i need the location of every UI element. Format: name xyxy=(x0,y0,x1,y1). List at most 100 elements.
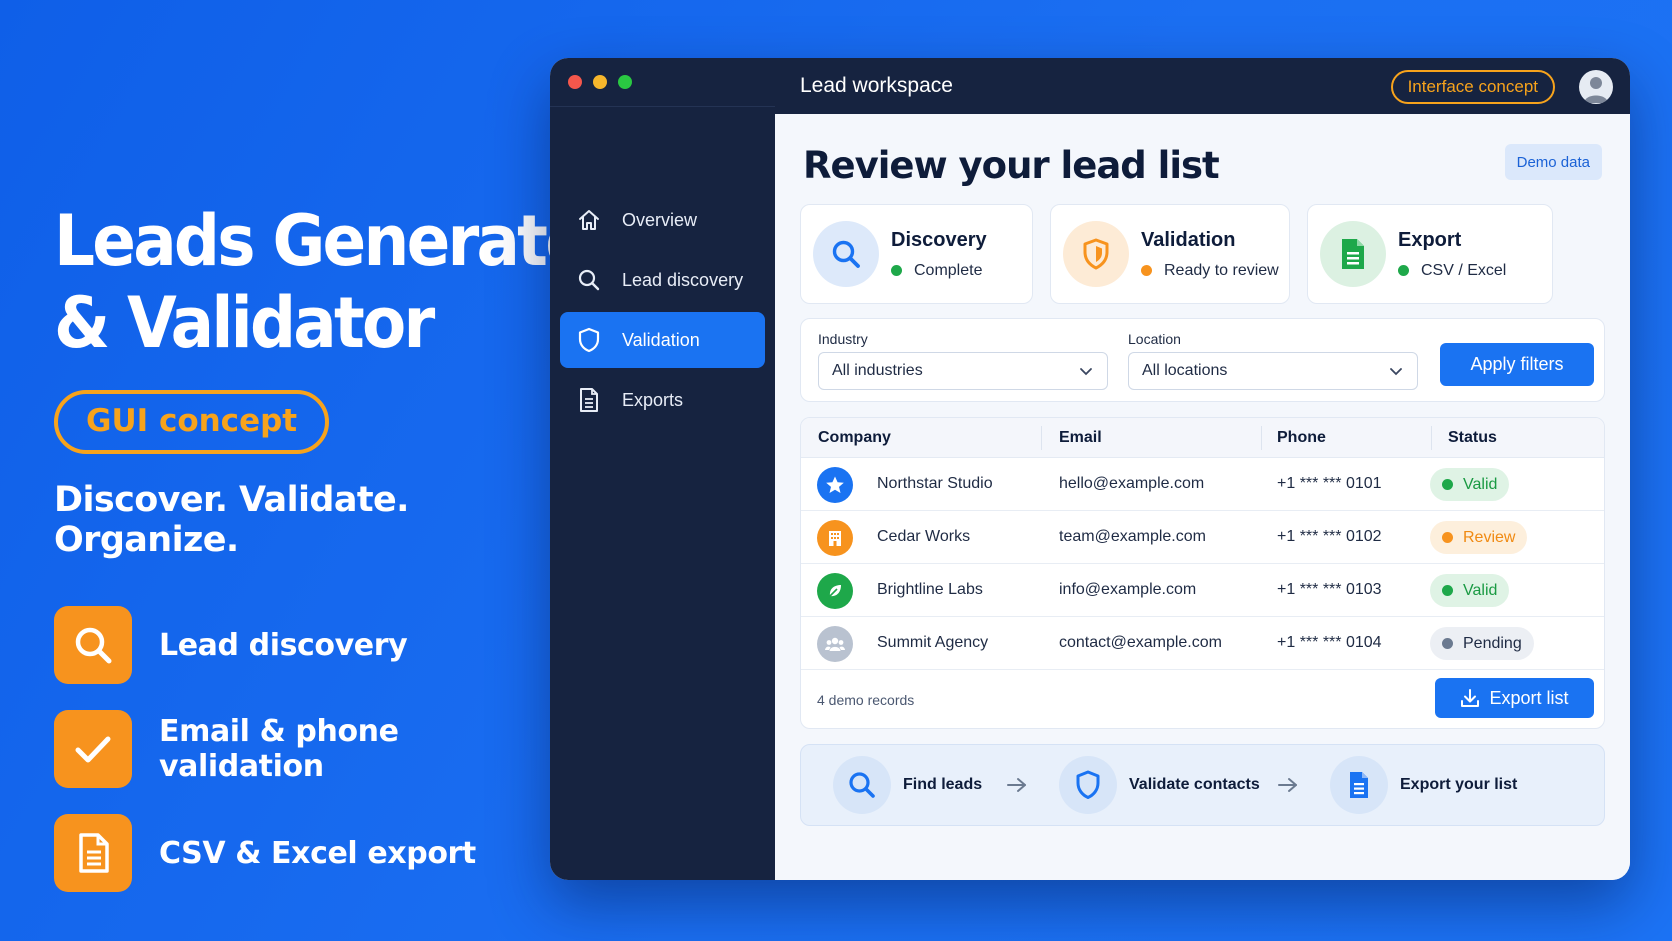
location-select[interactable]: All locations xyxy=(1128,352,1418,390)
sidebar-item-label: Overview xyxy=(622,209,698,230)
shield-icon xyxy=(1059,756,1117,814)
document-icon xyxy=(54,814,132,892)
status-text: Valid xyxy=(1463,581,1498,599)
card-text: Discovery Complete xyxy=(891,229,987,280)
shield-icon xyxy=(1063,221,1129,287)
sidebar-item-lead-discovery[interactable]: Lead discovery xyxy=(560,252,765,308)
company-name: Brightline Labs xyxy=(877,581,983,598)
card-title: Export xyxy=(1398,228,1462,251)
flow-step-label: Validate contacts xyxy=(1129,776,1260,793)
feature-lead-discovery: Lead discovery xyxy=(54,606,544,684)
industry-label: Industry xyxy=(818,331,868,347)
search-icon xyxy=(576,267,602,293)
table-header: Company Email Phone Status xyxy=(801,418,1604,458)
table-row[interactable]: Brightline Labs info@example.com +1 *** … xyxy=(801,564,1604,617)
arrow-right-icon xyxy=(1278,778,1297,792)
sidebar-divider xyxy=(550,106,775,107)
check-icon xyxy=(54,710,132,788)
minimize-window-button[interactable] xyxy=(593,75,607,89)
workspace-title: Lead workspace xyxy=(800,74,953,97)
export-card: Export CSV / Excel xyxy=(1307,204,1553,304)
email-cell: team@example.com xyxy=(1059,528,1206,545)
email-cell: contact@example.com xyxy=(1059,634,1222,651)
feature-label: Lead discovery xyxy=(159,627,408,663)
sidebar-nav: Overview Lead discovery Validation Expor… xyxy=(560,192,765,432)
feature-label: CSV & Excel export xyxy=(159,835,476,871)
status-dot xyxy=(891,265,902,276)
close-window-button[interactable] xyxy=(568,75,582,89)
status-dot xyxy=(1141,265,1152,276)
sidebar-item-exports[interactable]: Exports xyxy=(560,372,765,428)
promo-tagline: Discover. Validate. Organize. xyxy=(54,480,409,560)
phone-cell: +1 *** *** 0102 xyxy=(1277,528,1382,545)
spreadsheet-icon xyxy=(1320,221,1386,287)
email-cell: info@example.com xyxy=(1059,581,1197,598)
filters-panel: Industry All industries Location All loc… xyxy=(800,318,1605,402)
column-header-email[interactable]: Email xyxy=(1059,429,1102,447)
table-row[interactable]: Cedar Works team@example.com +1 *** *** … xyxy=(801,511,1604,564)
status-dot xyxy=(1442,638,1453,649)
industry-select[interactable]: All industries xyxy=(818,352,1108,390)
company-name: Northstar Studio xyxy=(877,475,993,492)
page-title: Review your lead list xyxy=(803,144,1220,187)
column-header-company[interactable]: Company xyxy=(818,429,891,447)
home-icon xyxy=(576,207,602,233)
promo-title-line2: & Validator xyxy=(54,282,435,364)
card-status-text: Ready to review xyxy=(1164,261,1279,279)
gui-concept-badge: GUI concept xyxy=(54,390,330,454)
column-header-status[interactable]: Status xyxy=(1448,429,1497,447)
table-row[interactable]: Northstar Studio hello@example.com +1 **… xyxy=(801,458,1604,511)
promo-title: Leads Generator & Validator xyxy=(54,200,618,364)
card-status: Ready to review xyxy=(1141,262,1279,280)
workflow-strip: Find leads Validate contacts Export your… xyxy=(800,744,1605,826)
main-content: Review your lead list Demo data Discover… xyxy=(775,114,1630,880)
feature-validation: Email & phone validation xyxy=(54,710,544,788)
interface-concept-badge: Interface concept xyxy=(1390,70,1555,104)
leads-table: Company Email Phone Status Northstar Stu… xyxy=(800,417,1605,729)
card-status: CSV / Excel xyxy=(1398,262,1506,280)
phone-cell: +1 *** *** 0103 xyxy=(1277,581,1382,598)
user-avatar[interactable] xyxy=(1579,70,1613,104)
column-divider xyxy=(1261,426,1262,450)
demo-data-badge: Demo data xyxy=(1504,144,1602,180)
download-icon xyxy=(1461,689,1480,707)
document-icon xyxy=(576,387,602,413)
document-icon xyxy=(1330,756,1388,814)
export-list-button[interactable]: Export list xyxy=(1435,678,1594,718)
feature-export: CSV & Excel export xyxy=(54,814,544,892)
sidebar-item-overview[interactable]: Overview xyxy=(560,192,765,248)
sidebar-item-label: Validation xyxy=(622,329,700,350)
table-row[interactable]: Summit Agency contact@example.com +1 ***… xyxy=(801,617,1604,670)
company-name: Cedar Works xyxy=(877,528,971,545)
card-title: Discovery xyxy=(891,228,987,251)
column-divider xyxy=(1041,426,1042,450)
discovery-card: Discovery Complete xyxy=(800,204,1033,304)
card-status: Complete xyxy=(891,262,987,280)
maximize-window-button[interactable] xyxy=(618,75,632,89)
flow-step-find: Find leads xyxy=(833,756,982,814)
window-controls xyxy=(568,75,632,89)
card-status-text: Complete xyxy=(914,261,983,279)
user-icon xyxy=(1584,77,1608,103)
topbar: Lead workspace Interface concept xyxy=(775,58,1630,114)
status-cards: Discovery Complete Validation Ready to r… xyxy=(800,204,1605,304)
column-header-phone[interactable]: Phone xyxy=(1277,429,1326,447)
feature-label: Email & phone validation xyxy=(159,714,399,784)
card-status-text: CSV / Excel xyxy=(1421,261,1507,279)
apply-filters-button[interactable]: Apply filters xyxy=(1440,343,1594,386)
flow-step-label: Find leads xyxy=(903,776,983,793)
search-icon xyxy=(54,606,132,684)
chevron-down-icon xyxy=(1390,368,1402,376)
sidebar-item-label: Exports xyxy=(622,389,684,410)
card-title: Validation xyxy=(1141,228,1236,251)
table-footer: 4 demo records Export list xyxy=(801,670,1604,728)
phone-cell: +1 *** *** 0104 xyxy=(1277,634,1382,651)
sidebar: Overview Lead discovery Validation Expor… xyxy=(550,58,775,880)
status-text: Pending xyxy=(1463,634,1522,652)
sidebar-item-validation[interactable]: Validation xyxy=(560,312,765,368)
column-divider xyxy=(1431,426,1432,450)
status-badge: Review xyxy=(1430,521,1528,554)
shield-icon xyxy=(576,327,602,353)
promo-title-line1: Leads Generator xyxy=(54,200,618,282)
location-value: All locations xyxy=(1142,362,1228,379)
